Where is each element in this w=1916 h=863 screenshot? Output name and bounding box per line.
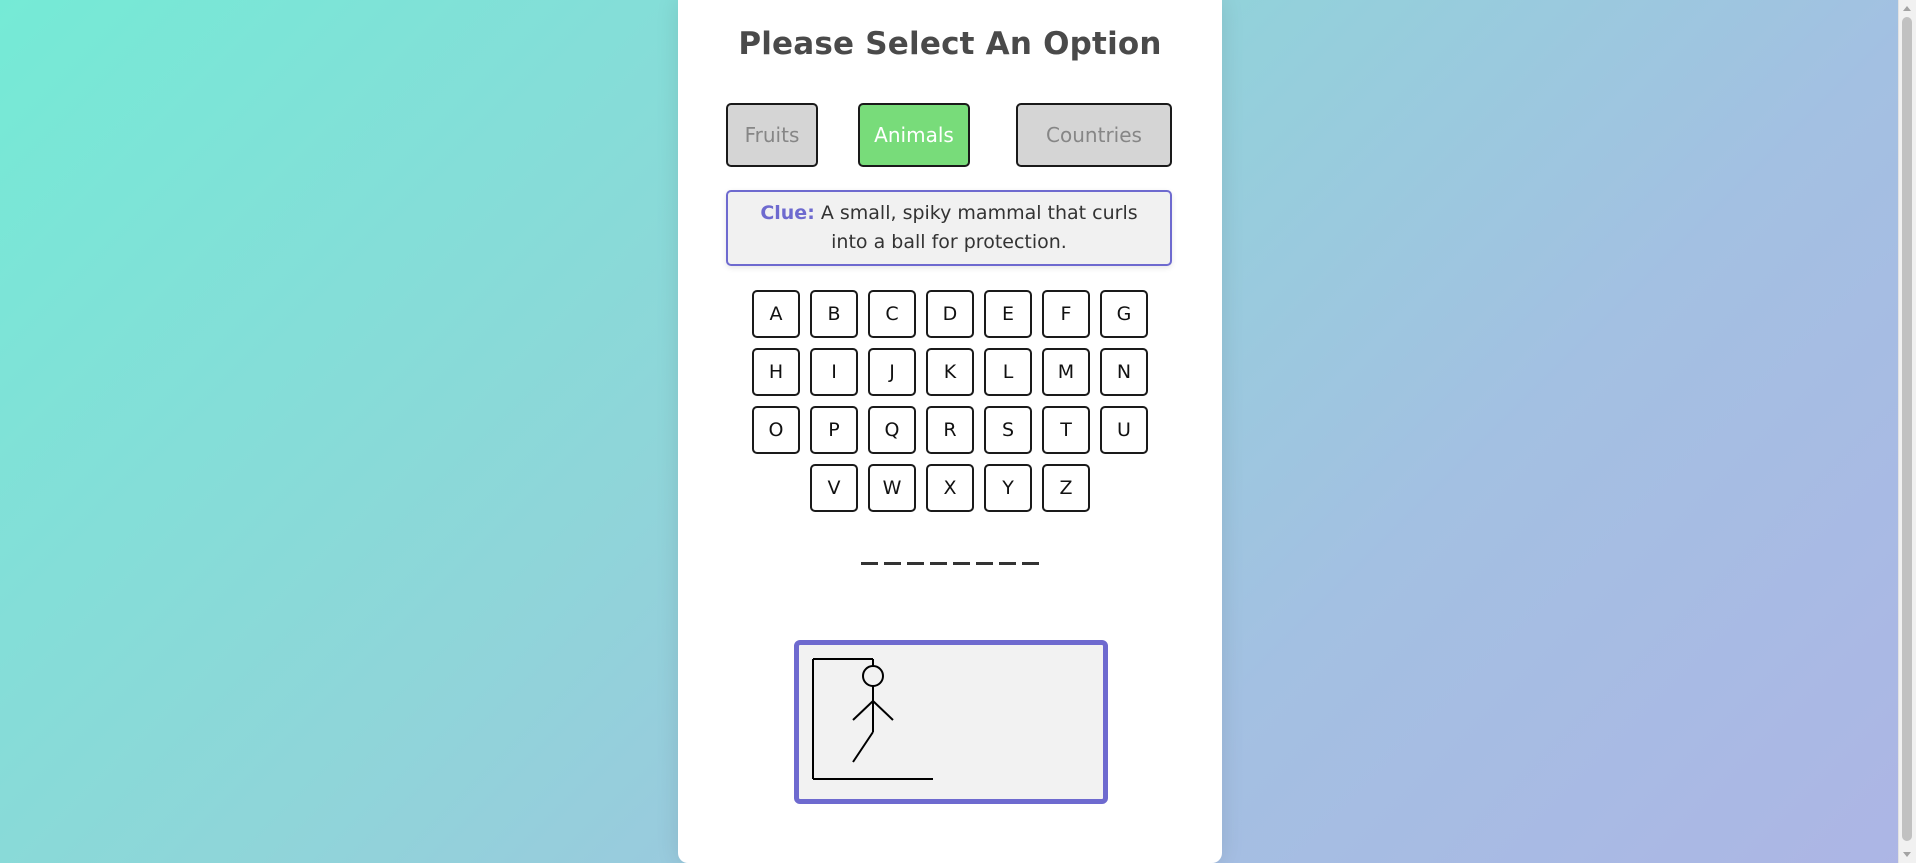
letter-key-h[interactable]: H — [752, 348, 800, 396]
letter-key-e[interactable]: E — [984, 290, 1032, 338]
letter-key-r[interactable]: R — [926, 406, 974, 454]
letter-blank: _ — [907, 562, 924, 565]
hangman-left-leg — [852, 731, 874, 763]
scroll-up-icon[interactable] — [1903, 6, 1911, 11]
page-scrollbar[interactable] — [1898, 0, 1916, 863]
letter-key-x[interactable]: X — [926, 464, 974, 512]
letter-key-o[interactable]: O — [752, 406, 800, 454]
hangman-left-arm — [852, 700, 874, 721]
hangman-drawing — [812, 658, 933, 780]
keyboard-row: A B C D E F G — [678, 290, 1222, 338]
letter-key-w[interactable]: W — [868, 464, 916, 512]
letter-key-f[interactable]: F — [1042, 290, 1090, 338]
game-card: Please Select An Option Fruits Animals C… — [678, 0, 1222, 863]
letter-blank: _ — [999, 562, 1016, 565]
scrollbar-thumb[interactable] — [1902, 17, 1912, 841]
category-options: Fruits Animals Countries — [726, 103, 1176, 167]
option-countries-button[interactable]: Countries — [1016, 103, 1172, 167]
hangman-right-arm — [872, 700, 894, 721]
letter-key-t[interactable]: T — [1042, 406, 1090, 454]
letter-key-q[interactable]: Q — [868, 406, 916, 454]
hidden-word: _ _ _ _ _ _ _ _ — [678, 562, 1222, 565]
scroll-down-icon[interactable] — [1903, 852, 1911, 857]
page-title: Please Select An Option — [738, 26, 1162, 62]
letter-key-z[interactable]: Z — [1042, 464, 1090, 512]
letter-key-k[interactable]: K — [926, 348, 974, 396]
letter-key-y[interactable]: Y — [984, 464, 1032, 512]
letter-key-u[interactable]: U — [1100, 406, 1148, 454]
option-fruits-button[interactable]: Fruits — [726, 103, 818, 167]
clue-label: Clue: — [760, 202, 815, 224]
letter-key-m[interactable]: M — [1042, 348, 1090, 396]
letter-key-n[interactable]: N — [1100, 348, 1148, 396]
letter-key-v[interactable]: V — [810, 464, 858, 512]
letter-blank: _ — [930, 562, 947, 565]
letter-blank: _ — [884, 562, 901, 565]
clue-box: Clue: A small, spiky mammal that curls i… — [726, 190, 1172, 266]
hangman-head — [862, 665, 884, 687]
letter-blank: _ — [953, 562, 970, 565]
letter-key-b[interactable]: B — [810, 290, 858, 338]
option-animals-button[interactable]: Animals — [858, 103, 970, 167]
letter-key-p[interactable]: P — [810, 406, 858, 454]
letter-key-l[interactable]: L — [984, 348, 1032, 396]
clue-description: A small, spiky mammal that curls into a … — [820, 202, 1138, 253]
letter-blank: _ — [861, 562, 878, 565]
clue-text: Clue: A small, spiky mammal that curls i… — [740, 199, 1158, 257]
letter-key-g[interactable]: G — [1100, 290, 1148, 338]
letter-key-i[interactable]: I — [810, 348, 858, 396]
letter-keyboard: A B C D E F G H I J K L M N O P Q R S T … — [678, 290, 1222, 522]
letter-key-j[interactable]: J — [868, 348, 916, 396]
hangman-canvas — [794, 640, 1108, 804]
letter-blank: _ — [1022, 562, 1039, 565]
keyboard-row: V W X Y Z — [678, 464, 1222, 512]
letter-key-c[interactable]: C — [868, 290, 916, 338]
letter-blank: _ — [976, 562, 993, 565]
keyboard-row: H I J K L M N — [678, 348, 1222, 396]
keyboard-row: O P Q R S T U — [678, 406, 1222, 454]
letter-key-s[interactable]: S — [984, 406, 1032, 454]
letter-key-d[interactable]: D — [926, 290, 974, 338]
letter-key-a[interactable]: A — [752, 290, 800, 338]
